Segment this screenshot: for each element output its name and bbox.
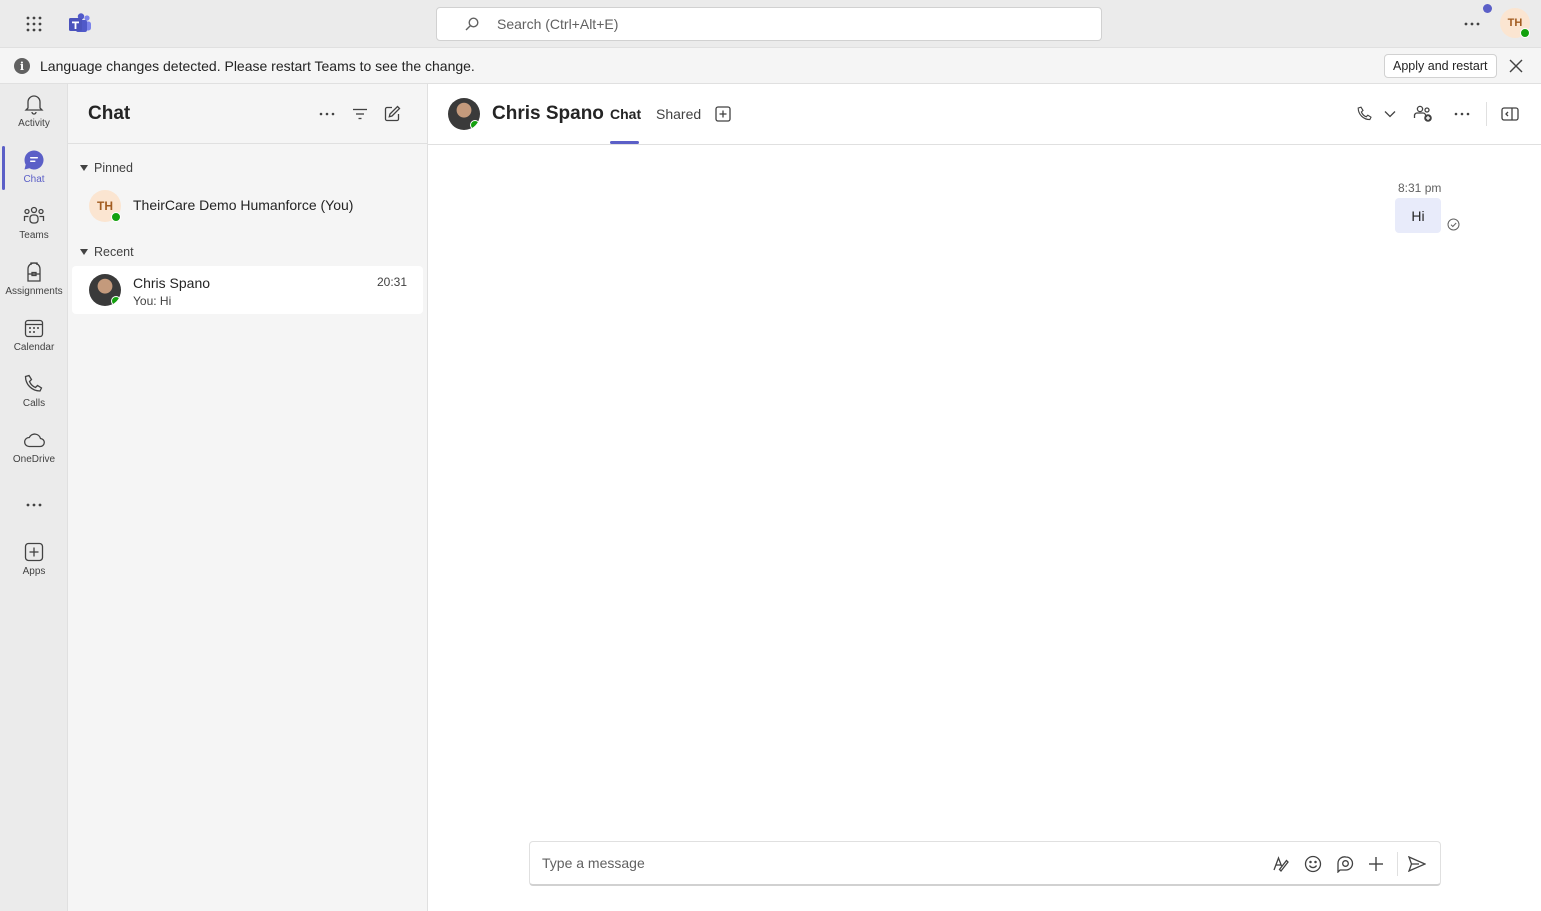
recent-label: Recent — [94, 245, 134, 259]
apply-and-restart-button[interactable]: Apply and restart — [1384, 54, 1497, 78]
avatar-initials: TH — [97, 199, 113, 213]
emoji-icon[interactable] — [1303, 854, 1323, 874]
message-input[interactable] — [542, 842, 1242, 884]
open-side-panel-icon[interactable] — [1499, 103, 1521, 125]
conversation-header: Chris Spano Chat Shared — [428, 84, 1541, 145]
chat-item-pinned[interactable]: TH TheirCare Demo Humanforce (You) — [72, 182, 423, 230]
teams-icon — [22, 204, 46, 228]
avatar[interactable] — [448, 98, 480, 130]
pinned-label: Pinned — [94, 161, 133, 175]
message-bubble[interactable]: Hi — [1395, 198, 1441, 233]
active-tab-indicator — [610, 141, 639, 144]
add-people-icon[interactable] — [1412, 103, 1434, 125]
recent-section-header[interactable]: Recent — [80, 245, 134, 259]
loop-component-icon[interactable] — [1335, 854, 1355, 874]
filter-icon[interactable] — [349, 103, 371, 125]
phone-icon — [22, 372, 46, 396]
chat-item-name: Chris Spano — [133, 275, 211, 291]
attach-plus-icon[interactable] — [1366, 854, 1386, 874]
banner-message: Language changes detected. Please restar… — [40, 58, 475, 74]
divider — [1486, 102, 1487, 126]
conversation-title[interactable]: Chris Spano — [492, 103, 604, 125]
bell-icon — [22, 92, 46, 116]
notification-dot — [1483, 4, 1492, 13]
chat-list-header: Chat — [68, 84, 427, 144]
profile-initials: TH — [1507, 17, 1523, 29]
avatar: TH — [89, 190, 121, 222]
presence-available-icon — [470, 120, 480, 130]
chat-item-recent[interactable]: Chris Spano 20:31 You: Hi — [72, 266, 423, 314]
message-timestamp: 8:31 pm — [1398, 181, 1442, 195]
rail-label: OneDrive — [12, 454, 56, 465]
call-icon[interactable] — [1354, 103, 1376, 125]
rail-label: Activity — [18, 118, 50, 129]
message-text: Hi — [1411, 207, 1425, 224]
rail-item-calls[interactable]: Calls — [0, 364, 68, 416]
calendar-icon — [22, 316, 46, 340]
app-launcher-icon[interactable] — [22, 12, 46, 36]
cloud-icon — [22, 428, 46, 452]
presence-available-icon — [111, 296, 121, 306]
new-chat-icon[interactable] — [381, 103, 403, 125]
pinned-section-header[interactable]: Pinned — [80, 161, 133, 175]
chevron-down-icon — [80, 249, 88, 255]
add-app-icon — [22, 540, 46, 564]
avatar — [89, 274, 121, 306]
teams-logo-icon — [68, 12, 92, 36]
read-receipt-icon — [1447, 218, 1460, 231]
rail-item-chat[interactable]: Chat — [0, 140, 68, 192]
chevron-down-icon[interactable] — [1379, 103, 1401, 125]
chat-item-time: 20:31 — [376, 275, 407, 289]
rail-label: Assignments — [5, 286, 63, 297]
chat-list-panel: Chat Pinned TH TheirCare Demo Humanforce… — [68, 84, 428, 911]
tab-chat[interactable]: Chat — [610, 106, 641, 122]
rail-label: Calls — [22, 398, 46, 409]
more-apps-button[interactable] — [0, 490, 68, 514]
rail-item-assignments[interactable]: Assignments — [0, 252, 68, 304]
rail-item-activity[interactable]: Activity — [0, 84, 68, 136]
more-options-icon[interactable] — [316, 103, 338, 125]
chat-item-preview: You: Hi — [133, 294, 172, 308]
rail-label: Calendar — [13, 342, 55, 353]
chat-icon — [22, 148, 46, 172]
send-icon[interactable] — [1407, 854, 1427, 874]
rail-label: Apps — [22, 566, 46, 577]
assignments-icon — [22, 260, 46, 284]
app-rail: Activity Chat Teams Assignments Calendar… — [0, 84, 68, 911]
message-composer — [529, 841, 1441, 886]
chevron-down-icon — [80, 165, 88, 171]
rail-label: Chat — [23, 174, 45, 185]
chat-list-title: Chat — [88, 103, 131, 124]
presence-available-icon — [111, 212, 121, 222]
top-bar: TH — [0, 0, 1541, 48]
more-icon — [22, 496, 46, 514]
rail-item-teams[interactable]: Teams — [0, 196, 68, 248]
info-icon: i — [14, 58, 30, 74]
add-tab-icon[interactable] — [712, 103, 734, 125]
presence-available-icon — [1520, 28, 1530, 38]
restart-banner: i Language changes detected. Please rest… — [0, 49, 1541, 84]
close-icon[interactable] — [1508, 58, 1524, 74]
tab-shared[interactable]: Shared — [656, 106, 701, 122]
divider — [1397, 852, 1398, 876]
rail-item-calendar[interactable]: Calendar — [0, 308, 68, 360]
conversation-pane: Chris Spano Chat Shared 8:31 pm Hi — [428, 84, 1541, 911]
rail-label: Teams — [19, 230, 49, 241]
profile-avatar[interactable]: TH — [1500, 8, 1530, 38]
search-input[interactable] — [497, 8, 1077, 40]
more-options-icon[interactable] — [1451, 103, 1473, 125]
search-icon — [465, 17, 479, 31]
rail-item-onedrive[interactable]: OneDrive — [0, 420, 68, 472]
rail-item-apps[interactable]: Apps — [0, 532, 68, 584]
format-icon[interactable] — [1271, 854, 1291, 874]
settings-more-icon[interactable] — [1460, 12, 1484, 36]
search-box[interactable] — [436, 7, 1102, 41]
chat-item-name: TheirCare Demo Humanforce (You) — [133, 197, 354, 213]
